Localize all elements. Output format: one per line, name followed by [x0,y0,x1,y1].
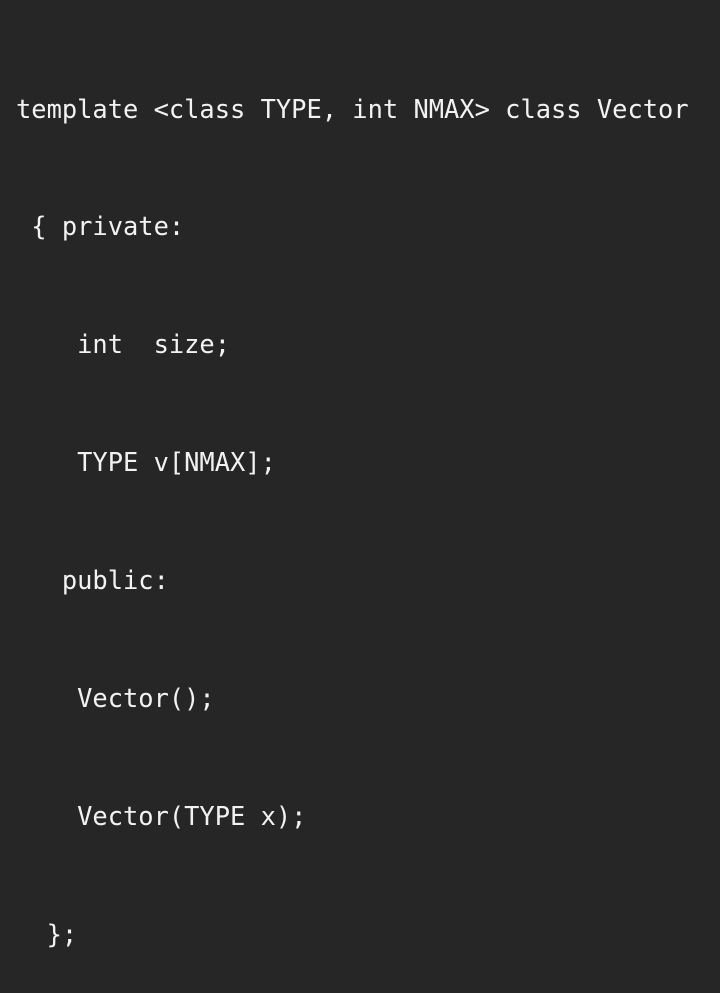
code-line: public: [16,565,169,596]
code-line: }; [16,918,78,949]
code-line: Vector(); [16,683,215,714]
code-line: int size; [16,329,231,360]
code-line: { private: [16,211,185,242]
code-line: TYPE v[NMAX]; [16,447,276,478]
code-block: template <class TYPE, int NMAX> class Ve… [16,11,689,993]
code-line: Vector(TYPE x); [16,800,307,831]
code-line: template <class TYPE, int NMAX> class Ve… [16,93,689,124]
